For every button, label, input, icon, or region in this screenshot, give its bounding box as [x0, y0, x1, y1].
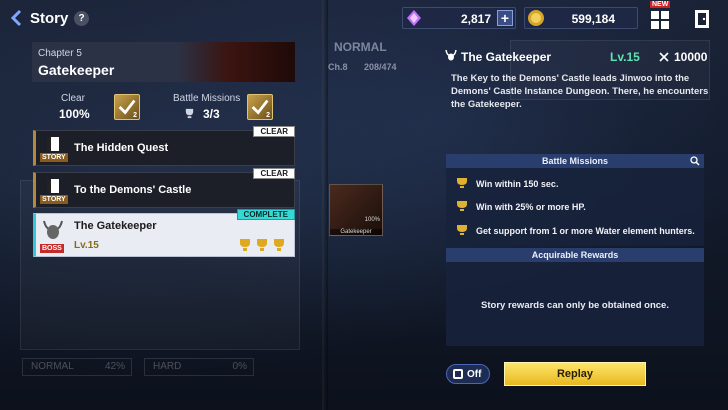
trophy-icon — [457, 225, 467, 235]
trophy-icon — [185, 108, 194, 119]
trophy-icon — [457, 178, 467, 188]
story-tag: STORY — [40, 195, 68, 204]
quest-item-gatekeeper[interactable]: BOSS The Gatekeeper Lv.15 COMPLETE — [33, 209, 295, 257]
quest-name: The Gatekeeper — [74, 220, 157, 232]
toggle-knob — [453, 369, 463, 379]
book-icon — [47, 179, 59, 193]
toggle-label: Off — [467, 369, 482, 380]
crossed-swords-icon — [659, 52, 669, 62]
clear-reward-badge[interactable]: 2 — [114, 94, 140, 120]
clear-status-badge: CLEAR — [253, 126, 295, 137]
gem-icon — [407, 10, 421, 26]
chapter-header: Chapter 5 Gatekeeper — [32, 42, 295, 82]
normal-label: NORMAL — [31, 361, 74, 372]
quest-level: Lv.15 — [74, 240, 99, 251]
mission-text: Win within 150 sec. — [476, 179, 559, 189]
rewards-note: Story rewards can only be obtained once. — [481, 300, 669, 311]
add-gems-button[interactable]: + — [497, 10, 513, 26]
rewards-heading: Acquirable Rewards — [446, 248, 704, 262]
menu-grid-icon[interactable] — [650, 10, 670, 30]
replay-button[interactable]: Replay — [504, 362, 646, 386]
clear-badge-count: 2 — [133, 112, 137, 119]
mission-text: Win with 25% or more HP. — [476, 202, 586, 212]
trophy-icon — [272, 238, 286, 252]
mission-text: Get support from 1 or more Water element… — [476, 226, 695, 236]
book-icon — [47, 137, 59, 151]
hard-difficulty-tab[interactable]: HARD 0% — [144, 358, 254, 376]
quest-item-demons-castle[interactable]: STORY To the Demons' Castle CLEAR — [33, 168, 295, 208]
exit-door-icon[interactable] — [692, 9, 712, 29]
chapter-subtitle: Chapter 5 — [38, 48, 82, 59]
trophy-icon — [255, 238, 269, 252]
normal-difficulty-tab[interactable]: NORMAL 42% — [22, 358, 132, 376]
thumb-label: Gatekeeper — [330, 229, 382, 235]
mode-label: NORMAL — [334, 40, 387, 54]
gem-currency: 2,817 + — [402, 7, 516, 29]
story-tag: STORY — [40, 153, 68, 162]
chapter-number: Ch.8 — [328, 62, 348, 72]
quest-item-hidden-quest[interactable]: STORY The Hidden Quest CLEAR — [33, 126, 295, 166]
normal-pct: 42% — [104, 361, 125, 372]
hard-pct: 0% — [232, 361, 247, 372]
quest-name: The Hidden Quest — [74, 142, 169, 154]
trophy-icon — [238, 238, 252, 252]
thumb-pct: 100% — [364, 217, 380, 223]
gold-currency: 599,184 — [524, 7, 638, 29]
stage-level: Lv.15 — [610, 50, 640, 64]
help-button[interactable]: ? — [74, 11, 89, 26]
chapter-indicator: Ch.8 208/474 — [328, 62, 397, 72]
missions-badge-count: 2 — [266, 112, 270, 119]
gold-amount: 599,184 — [571, 12, 615, 26]
gem-amount: 2,817 — [460, 12, 491, 26]
chapter-progress: 208/474 — [364, 62, 397, 72]
chapter-thumbnail[interactable]: 100% Gatekeeper — [329, 184, 383, 236]
missions-value: 3/3 — [203, 107, 220, 121]
page-title: Story — [30, 10, 69, 27]
gold-coin-icon — [528, 10, 544, 26]
quest-name: To the Demons' Castle — [74, 184, 192, 196]
stage-description: The Key to the Demons' Castle leads Jinw… — [451, 73, 709, 110]
chapter-name: Gatekeeper — [38, 62, 115, 78]
clear-status-badge: CLEAR — [253, 168, 295, 179]
missions-label: Battle Missions — [173, 93, 241, 104]
battle-missions-heading-text: Battle Missions — [541, 156, 608, 166]
stage-power: 10000 — [674, 50, 708, 64]
horned-helmet-icon — [445, 49, 457, 61]
missions-reward-badge[interactable]: 2 — [247, 94, 273, 120]
trophy-icon — [457, 201, 467, 211]
magnifier-icon[interactable] — [690, 156, 700, 166]
auto-toggle[interactable]: Off — [446, 364, 490, 384]
boss-tag: BOSS — [40, 244, 64, 253]
stage-title: The Gatekeeper — [461, 50, 552, 64]
trophy-row — [238, 238, 286, 252]
horned-helmet-icon — [43, 220, 63, 239]
hard-label: HARD — [153, 361, 182, 372]
new-badge: NEW — [650, 1, 671, 8]
complete-status-badge: COMPLETE — [236, 209, 295, 220]
clear-value: 100% — [59, 107, 90, 121]
battle-missions-heading: Battle Missions — [446, 154, 704, 168]
clear-label: Clear — [61, 93, 85, 104]
back-arrow-icon[interactable] — [8, 9, 26, 27]
